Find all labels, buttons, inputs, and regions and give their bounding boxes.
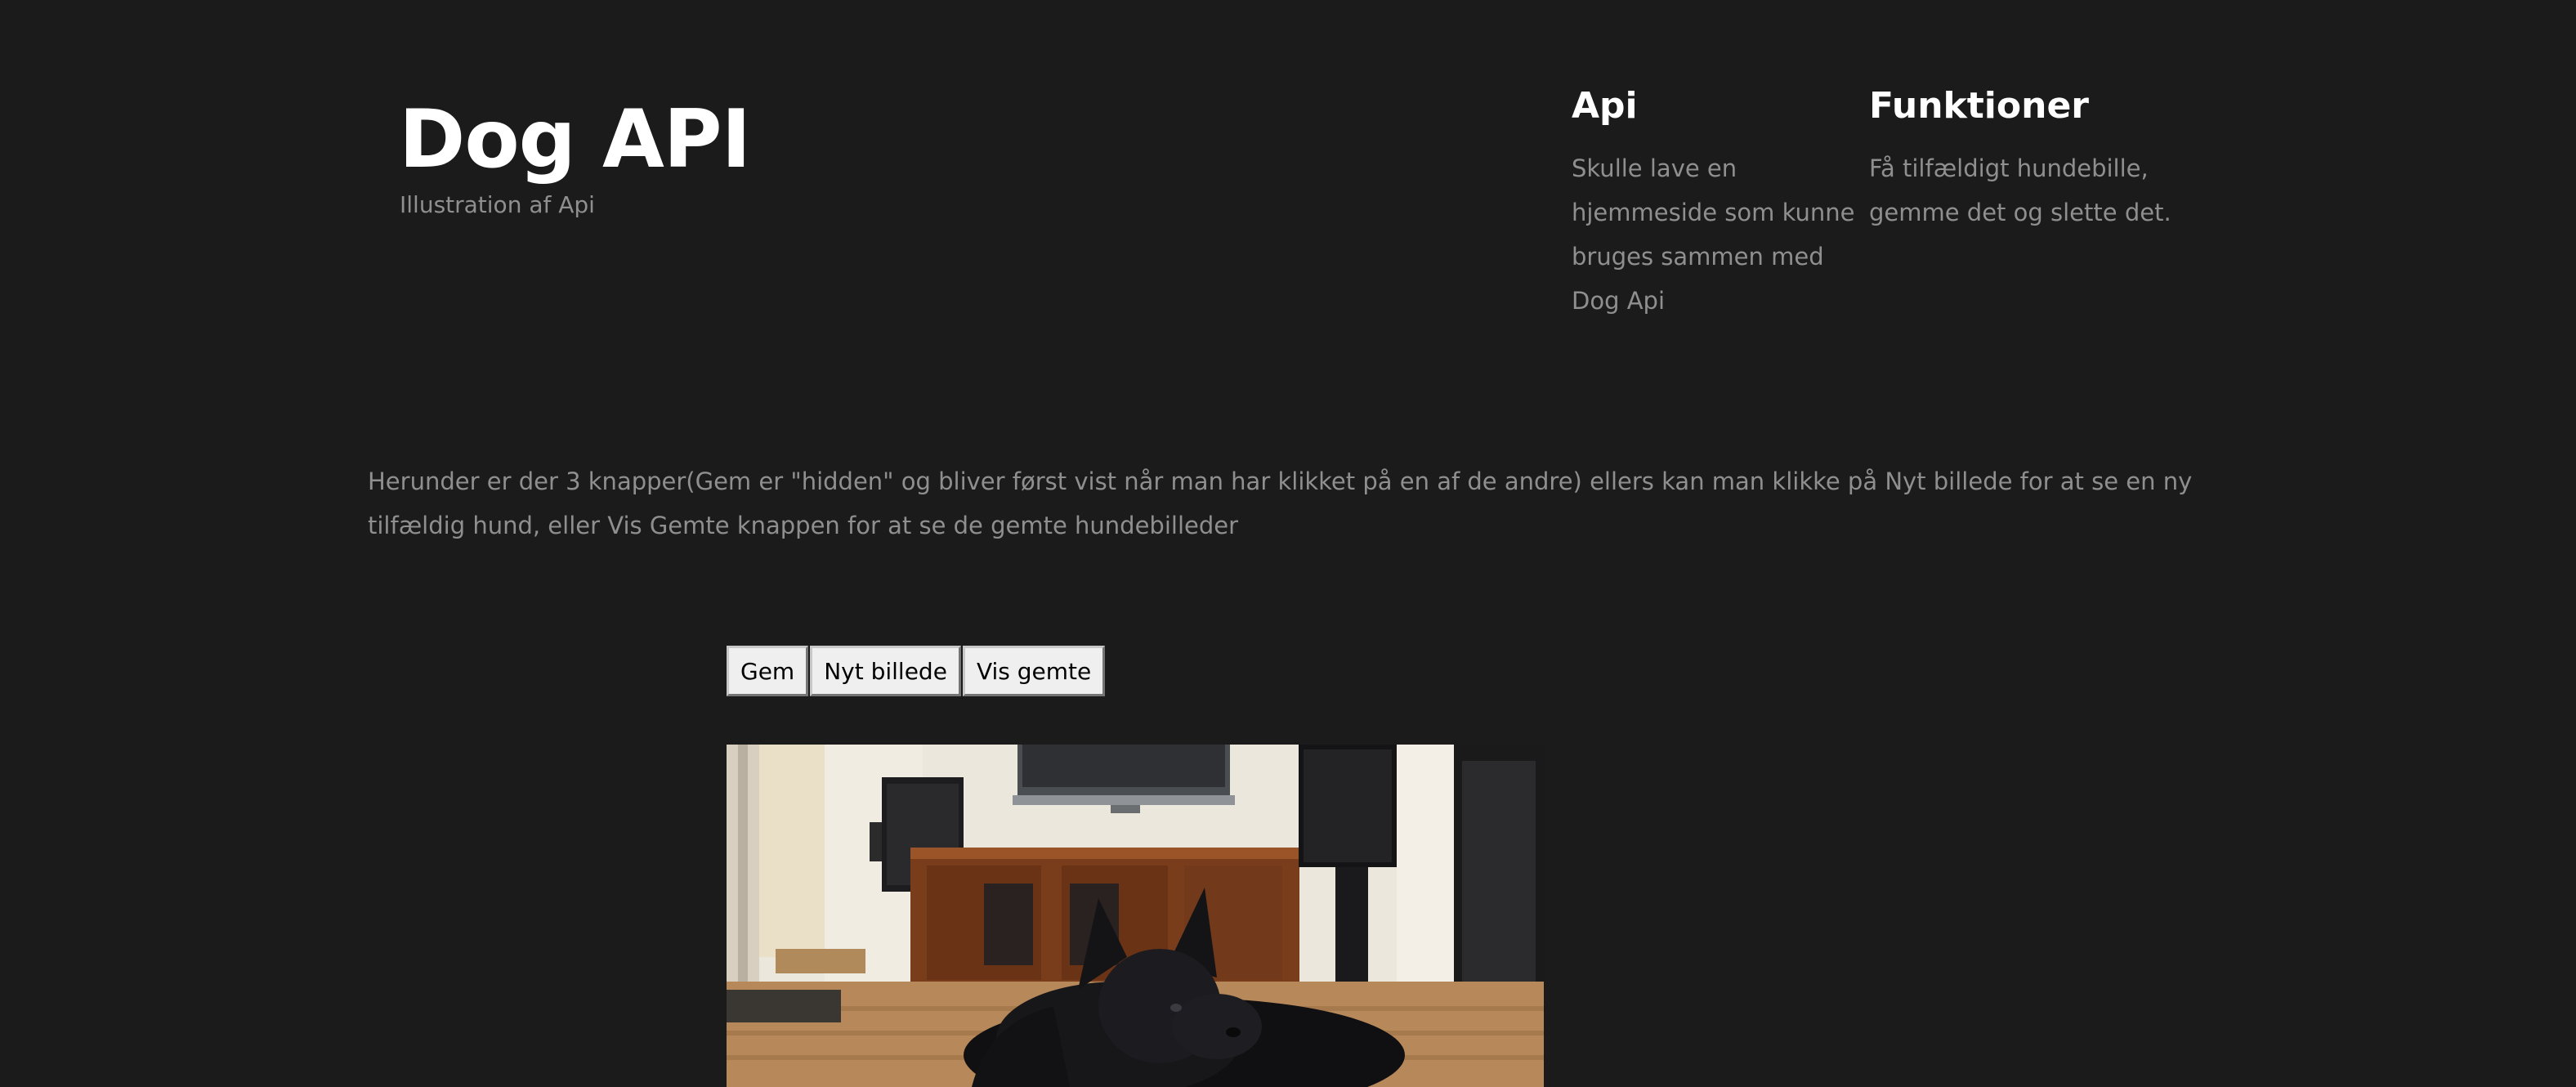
show-saved-button[interactable]: Vis gemte [962, 646, 1106, 696]
intro-text: Herunder er der 3 knapper(Gem er "hidden… [368, 467, 2193, 539]
page-subtitle: Illustration af Api [400, 191, 595, 218]
functions-info-section: Funktioner Få tilfældigt hundebille, gem… [1869, 85, 2196, 235]
api-info-section: Api Skulle lave en hjemmeside som kunne … [1572, 85, 1866, 323]
functions-description: Få tilfældigt hundebille, gemme det og s… [1869, 154, 2171, 226]
button-row: Gem Nyt billede Vis gemte [727, 646, 1106, 696]
api-description: Skulle lave en hjemmeside som kunne brug… [1572, 154, 1855, 315]
save-button[interactable]: Gem [727, 646, 809, 696]
page-title: Dog API [399, 93, 751, 186]
page: Dog API Illustration af Api Api Skulle l… [0, 0, 2576, 1087]
api-heading: Api [1572, 85, 1638, 127]
new-image-button[interactable]: Nyt billede [810, 646, 961, 696]
dog-image [727, 745, 1544, 1087]
functions-heading: Funktioner [1869, 85, 2089, 127]
